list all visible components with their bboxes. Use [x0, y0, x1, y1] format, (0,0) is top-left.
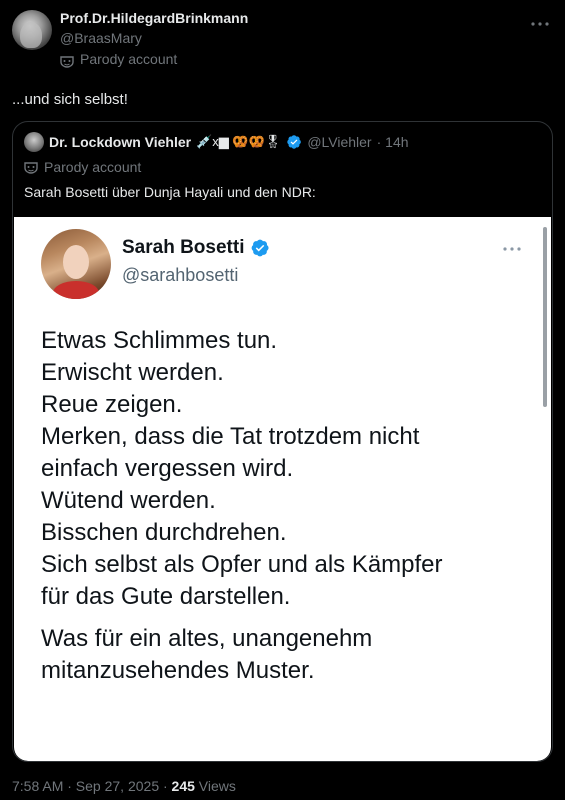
quoted-author-emojis: 💉x▆ 🥨🥨🎖 — [196, 134, 282, 149]
mask-icon — [24, 161, 38, 174]
quoted-post-header: Dr. Lockdown Viehler 💉x▆ 🥨🥨🎖 @LViehler ·… — [24, 132, 542, 152]
screenshot-line: für das Gute darstellen. — [41, 583, 291, 610]
author-avatar[interactable] — [12, 10, 52, 50]
author-name[interactable]: Prof.Dr.HildegardBrinkmann — [60, 8, 248, 28]
quoted-parody-label: Parody account — [24, 159, 141, 175]
screenshot-line: einfach vergessen wird. — [41, 455, 294, 482]
screenshot-line: mitanzusehendes Muster. — [41, 657, 315, 684]
scrollbar[interactable] — [543, 227, 547, 407]
post-timestamp[interactable]: 7:58 AM · Sep 27, 2025 · — [12, 778, 172, 794]
screenshot-line: Wütend werden. — [41, 487, 216, 514]
more-icon[interactable] — [531, 14, 549, 32]
screenshot-line: Etwas Schlimmes tun. — [41, 327, 278, 354]
screenshot-avatar — [41, 229, 111, 299]
author-block: Prof.Dr.HildegardBrinkmann @BraasMary Pa… — [60, 8, 248, 69]
post-text: ...und sich selbst! — [12, 91, 128, 108]
post-meta: 7:58 AM · Sep 27, 2025 · 245 Views — [12, 776, 236, 796]
quoted-parody-text: Parody account — [44, 159, 142, 175]
embedded-screenshot-image[interactable]: Sarah Bosetti @sarahbosetti Etwas Schlim… — [14, 217, 551, 761]
more-icon — [503, 239, 521, 257]
screenshot-line: Sich selbst als Opfer und als Kämpfer — [41, 551, 443, 578]
quoted-post-text: Sarah Bosetti über Dunja Hayali und den … — [24, 184, 316, 200]
quoted-post[interactable]: Dr. Lockdown Viehler 💉x▆ 🥨🥨🎖 @LViehler ·… — [12, 121, 553, 762]
screenshot-text: Etwas Schlimmes tun. Erwischt werden. Re… — [41, 325, 443, 687]
screenshot-line: Was für ein altes, unangenehm — [41, 625, 373, 652]
screenshot-line: Bisschen durchdrehen. — [41, 519, 287, 546]
quoted-post-time[interactable]: · 14h — [377, 134, 409, 150]
screenshot-line: Erwischt werden. — [41, 359, 224, 386]
parody-text: Parody account — [80, 51, 178, 67]
post-header: Prof.Dr.HildegardBrinkmann @BraasMary Pa… — [12, 8, 553, 68]
views-label: Views — [194, 778, 236, 794]
quoted-author-name[interactable]: Dr. Lockdown Viehler — [49, 134, 191, 150]
mask-icon — [60, 53, 74, 68]
screenshot-author-name: Sarah Bosetti — [122, 237, 270, 259]
quoted-author-avatar[interactable] — [24, 132, 44, 152]
quoted-author-handle[interactable]: @LViehler — [307, 134, 371, 150]
screenshot-name-text: Sarah Bosetti — [122, 237, 245, 258]
verified-badge-icon — [252, 239, 270, 257]
views-count: 245 — [171, 778, 195, 794]
parody-label: Parody account — [60, 49, 248, 69]
author-handle[interactable]: @BraasMary — [60, 28, 248, 48]
screenshot-author-handle: @sarahbosetti — [122, 265, 239, 285]
screenshot-line: Reue zeigen. — [41, 391, 183, 418]
screenshot-line: Merken, dass die Tat trotzdem nicht — [41, 423, 420, 450]
verified-badge-icon — [287, 135, 302, 149]
